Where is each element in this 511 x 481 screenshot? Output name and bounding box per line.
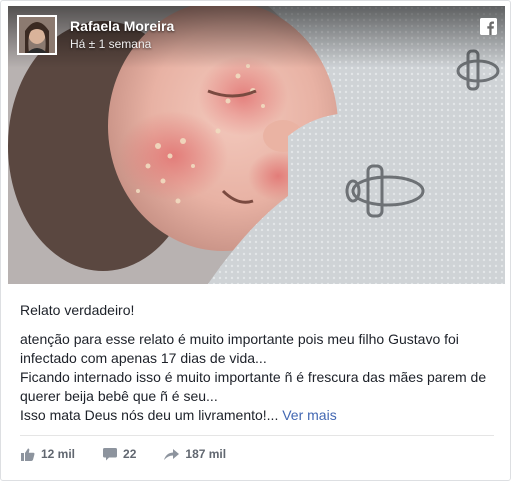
shares-count: 187 mil: [185, 447, 227, 461]
post-text: Relato verdadeiro! atenção para esse rel…: [20, 301, 496, 425]
likes-count: 12 mil: [41, 447, 76, 461]
post-body-last-line: Isso mata Deus nós deu um livramento!...…: [20, 406, 496, 425]
post-body-line: querer beija bebê que ñ é seu...: [20, 388, 218, 404]
post-body-line: atenção para esse relato é muito importa…: [20, 331, 459, 347]
see-more-link[interactable]: Ver mais: [282, 407, 336, 423]
facebook-logo-glyph: [480, 18, 497, 35]
likes-stat[interactable]: 12 mil: [21, 447, 75, 461]
author-name[interactable]: Rafaela Moreira: [70, 18, 174, 34]
engagement-stats: 12 mil 22 187 mil: [21, 447, 254, 461]
post-headline: Relato verdadeiro!: [20, 302, 135, 318]
facebook-post-card: Rafaela Moreira Há ± 1 semana Relato ver…: [0, 0, 511, 481]
avatar-image: [19, 17, 55, 53]
shares-stat[interactable]: 187 mil: [164, 447, 226, 461]
comments-count: 22: [123, 447, 137, 461]
divider: [20, 435, 494, 436]
post-body-line: Isso mata Deus nós deu um livramento!...: [20, 407, 279, 423]
author-avatar[interactable]: [17, 15, 57, 55]
facebook-icon[interactable]: [480, 18, 497, 35]
share-icon: [164, 449, 180, 460]
post-body-line: Ficando internado isso é muito important…: [20, 369, 487, 385]
post-timestamp[interactable]: Há ± 1 semana: [70, 37, 151, 51]
thumbs-up-icon: [21, 448, 35, 461]
comments-stat[interactable]: 22: [103, 447, 136, 461]
comment-icon: [103, 447, 118, 460]
post-photo[interactable]: Rafaela Moreira Há ± 1 semana: [8, 6, 505, 284]
post-body-line: infectado com apenas 17 dias de vida...: [20, 350, 267, 366]
